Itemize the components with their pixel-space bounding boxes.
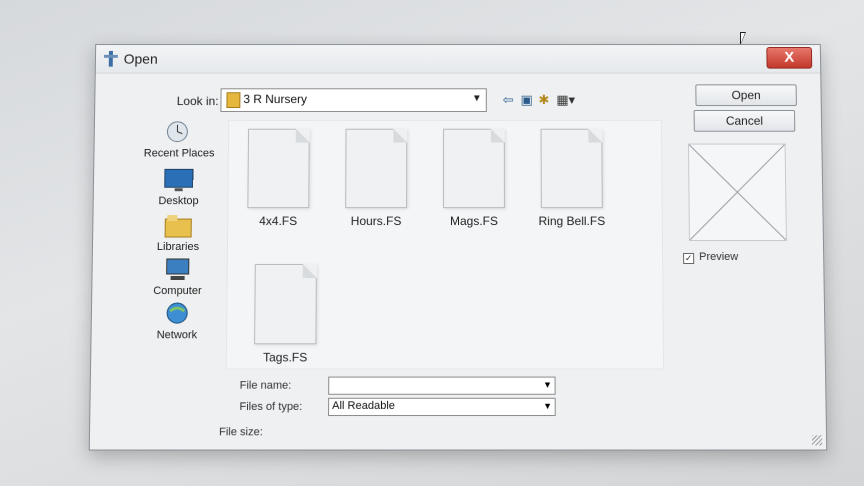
filename-label: File name: <box>240 380 292 392</box>
lookin-label: Look in: <box>177 94 219 108</box>
chevron-down-icon[interactable]: ▼ <box>542 380 552 390</box>
document-icon <box>254 264 317 344</box>
place-libraries[interactable]: Libraries <box>133 213 223 253</box>
file-name: 4x4.FS <box>259 214 297 228</box>
app-icon <box>104 51 118 67</box>
place-label: Desktop <box>158 195 198 207</box>
filetype-select[interactable]: All Readable ▼ <box>328 398 556 416</box>
folder-icon <box>226 92 240 108</box>
open-button[interactable]: Open <box>695 84 797 106</box>
chevron-down-icon[interactable]: ▼ <box>543 401 553 411</box>
resize-grip[interactable] <box>812 435 822 445</box>
document-icon <box>541 129 603 208</box>
file-item[interactable]: 4x4.FS <box>238 129 319 228</box>
place-desktop[interactable]: Desktop <box>134 167 224 207</box>
desktop-icon <box>164 167 194 193</box>
preview-label: Preview <box>699 251 738 263</box>
view-menu-icon[interactable]: ▦▾ <box>556 92 575 108</box>
lookin-dropdown[interactable]: 3 R Nursery ▼ <box>220 88 486 112</box>
chevron-down-icon[interactable]: ▼ <box>471 93 483 105</box>
cancel-button[interactable]: Cancel <box>694 110 796 132</box>
file-item[interactable]: Tags.FS <box>245 264 326 364</box>
place-label: Network <box>157 329 198 341</box>
place-label: Recent Places <box>144 148 215 160</box>
filetype-value: All Readable <box>332 400 395 412</box>
window-title: Open <box>124 51 158 67</box>
open-dialog: Open X Look in: 3 R Nursery ▼ ⇦ ▣ ✱ ▦▾ R… <box>89 44 828 450</box>
place-network[interactable]: Network <box>132 301 223 341</box>
title-bar: Open X <box>96 45 821 73</box>
place-label: Computer <box>153 285 202 297</box>
recent-places-icon <box>164 120 194 146</box>
document-icon <box>345 129 407 208</box>
filetype-label: Files of type: <box>239 401 302 413</box>
preview-pane <box>688 144 787 241</box>
computer-icon <box>163 257 193 283</box>
filesize-label: File size: <box>219 426 263 438</box>
file-name: Mags.FS <box>450 214 498 228</box>
file-name: Ring Bell.FS <box>539 214 606 228</box>
no-preview-icon <box>689 145 786 240</box>
file-name: Hours.FS <box>351 214 402 228</box>
document-icon <box>443 129 505 208</box>
up-folder-icon[interactable]: ▣ <box>521 92 533 108</box>
checkbox-check-icon[interactable]: ✓ <box>683 253 694 264</box>
libraries-icon <box>163 213 193 239</box>
file-item[interactable]: Mags.FS <box>434 129 514 228</box>
file-item[interactable]: Ring Bell.FS <box>532 129 612 228</box>
file-name: Tags.FS <box>263 350 307 364</box>
lookin-value: 3 R Nursery <box>243 92 307 106</box>
back-arrow-icon[interactable]: ⇦ <box>503 92 514 108</box>
filename-input[interactable]: ▼ <box>328 377 555 395</box>
file-item[interactable]: Hours.FS <box>336 129 416 228</box>
network-icon <box>162 301 192 327</box>
close-button[interactable]: X <box>766 47 812 69</box>
document-icon <box>247 129 309 208</box>
preview-checkbox[interactable]: ✓ Preview <box>683 251 738 264</box>
file-list: 4x4.FS Hours.FS Mags.FS Ring Bell.FS Tag… <box>226 120 664 370</box>
place-label: Libraries <box>157 241 199 253</box>
place-recent-places[interactable]: Recent Places <box>134 120 224 160</box>
new-folder-icon[interactable]: ✱ <box>538 92 549 108</box>
place-computer[interactable]: Computer <box>132 257 223 297</box>
